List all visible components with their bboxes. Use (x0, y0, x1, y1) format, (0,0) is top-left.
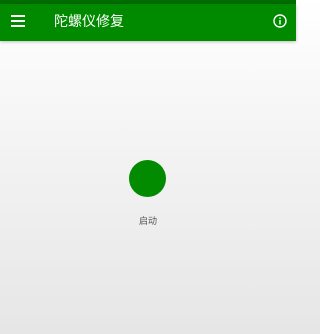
start-label: 启动 (138, 217, 157, 227)
app-title: 陀螺仪修复 (54, 14, 124, 30)
hamburger-menu-icon (11, 15, 25, 27)
menu-button[interactable] (7, 10, 29, 32)
start-button[interactable] (129, 160, 166, 197)
app-bar: 陀螺仪修复 (0, 4, 296, 41)
info-button[interactable] (270, 11, 290, 31)
info-icon (273, 14, 287, 28)
